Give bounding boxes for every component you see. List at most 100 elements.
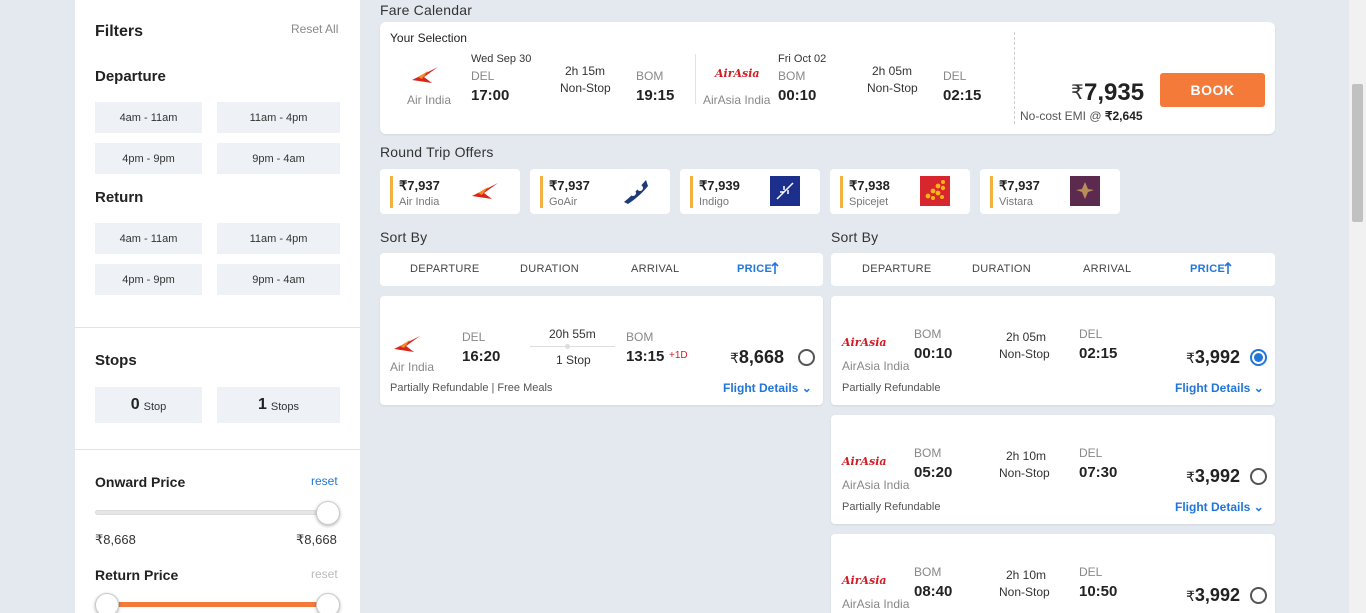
onward-price-reset[interactable]: reset xyxy=(311,474,338,488)
sort-duration[interactable]: DURATION xyxy=(520,263,579,275)
return-flight-card[interactable]: AirAsia AirAsia India BOM 08:40 2h 10m N… xyxy=(831,534,1275,613)
flight-from: DEL xyxy=(462,330,486,344)
flight-to: BOM xyxy=(626,330,654,344)
stop-dot xyxy=(565,344,570,349)
flight-to: DEL xyxy=(1079,446,1103,460)
flight-dep-time: 16:20 xyxy=(462,348,501,365)
stops-option-0[interactable]: 0 Stop xyxy=(95,387,202,423)
selection-return-date: Fri Oct 02 xyxy=(778,53,827,65)
flight-select-radio[interactable] xyxy=(798,349,815,366)
stops-label: Stops xyxy=(270,401,300,413)
flight-dep-time: 00:10 xyxy=(914,345,953,362)
return-flight-card[interactable]: AirAsia AirAsia India BOM 05:20 2h 10m N… xyxy=(831,415,1275,524)
departure-slot-night[interactable]: 9pm - 4am xyxy=(217,143,340,174)
offer-airline: Indigo xyxy=(699,196,729,208)
stop-line xyxy=(530,346,615,347)
filters-sidebar: Filters Reset All Departure 4am - 11am 1… xyxy=(75,0,360,613)
page-scrollbar[interactable] xyxy=(1349,0,1366,613)
selection-onward-from: DEL xyxy=(471,69,495,83)
currency-symbol: ₹ xyxy=(730,350,739,366)
offer-price: ₹7,937 xyxy=(999,178,1040,193)
flight-from: BOM xyxy=(914,565,942,579)
air-india-logo-icon xyxy=(470,176,500,206)
flight-select-radio[interactable] xyxy=(1250,587,1267,604)
flight-select-radio[interactable] xyxy=(1250,468,1267,485)
selection-return-arr-time: 02:15 xyxy=(943,87,982,104)
divider xyxy=(75,449,360,450)
onward-flight-card[interactable]: Air India DEL 16:20 20h 55m 1 Stop BOM 1… xyxy=(380,296,823,405)
return-price-heading: Return Price xyxy=(95,567,179,583)
flight-details-label: Flight Details xyxy=(1175,381,1251,395)
price-divider xyxy=(1014,32,1015,124)
sort-arrival[interactable]: ARRIVAL xyxy=(1083,263,1131,275)
reset-all-link[interactable]: Reset All xyxy=(291,22,338,36)
offer-airline: Air India xyxy=(399,196,440,208)
flight-details-link[interactable]: Flight Details ⌄ xyxy=(1175,500,1264,514)
sort-bar-onward: DEPARTURE DURATION ARRIVAL PRICE xyxy=(380,253,823,286)
selection-divider xyxy=(695,54,696,104)
fare-calendar-title: Fare Calendar xyxy=(380,2,473,18)
flight-price-value: 3,992 xyxy=(1194,347,1240,367)
flight-details-link[interactable]: Flight Details ⌄ xyxy=(723,381,812,395)
emi-label: No-cost EMI @ xyxy=(1020,109,1105,123)
book-button[interactable]: BOOK xyxy=(1160,73,1265,107)
offer-airline: GoAir xyxy=(549,196,578,208)
flight-details-link[interactable]: Flight Details ⌄ xyxy=(1175,381,1264,395)
return-slot-morning[interactable]: 4am - 11am xyxy=(95,223,202,254)
stops-count: 1 xyxy=(257,396,267,413)
air-india-logo-icon xyxy=(394,336,420,352)
flight-price-value: 8,668 xyxy=(738,347,784,367)
offer-card-indigo[interactable]: ₹7,939 Indigo xyxy=(680,169,820,214)
round-trip-title: Round Trip Offers xyxy=(380,144,494,160)
sort-departure[interactable]: DEPARTURE xyxy=(862,263,932,275)
return-price-reset[interactable]: reset xyxy=(311,567,338,581)
sort-duration[interactable]: DURATION xyxy=(972,263,1031,275)
flight-note: Partially Refundable xyxy=(842,501,941,513)
return-slot-evening[interactable]: 4pm - 9pm xyxy=(95,264,202,295)
offer-card-goair[interactable]: ₹7,937 GoAir xyxy=(530,169,670,214)
selection-return-dep-time: 00:10 xyxy=(778,87,817,104)
selection-return-from: BOM xyxy=(778,69,806,83)
return-slot-afternoon[interactable]: 11am - 4pm xyxy=(217,223,340,254)
offer-card-air-india[interactable]: ₹7,937 Air India xyxy=(380,169,520,214)
departure-slot-evening[interactable]: 4pm - 9pm xyxy=(95,143,202,174)
return-price-max-handle[interactable] xyxy=(316,593,340,613)
flight-price: ₹3,992 xyxy=(1186,585,1240,606)
return-slot-night[interactable]: 9pm - 4am xyxy=(217,264,340,295)
sort-departure[interactable]: DEPARTURE xyxy=(410,263,480,275)
sort-price[interactable]: PRICE xyxy=(1190,263,1225,275)
stops-option-1[interactable]: 1 Stops xyxy=(217,387,340,423)
flight-duration: 2h 10m xyxy=(1006,449,1047,463)
flight-duration: 2h 10m xyxy=(1006,568,1047,582)
return-flight-card[interactable]: AirAsia AirAsia India BOM 00:10 2h 05m N… xyxy=(831,296,1275,405)
offer-card-spicejet[interactable]: ₹7,938 Spicejet xyxy=(830,169,970,214)
chevron-down-icon: ⌄ xyxy=(1253,500,1264,514)
offer-accent xyxy=(390,176,393,208)
flight-arr-time: 07:30 xyxy=(1079,464,1118,481)
offer-accent xyxy=(540,176,543,208)
flight-to: DEL xyxy=(1079,327,1103,341)
return-price-min-handle[interactable] xyxy=(95,593,119,613)
offer-airline: Spicejet xyxy=(849,196,889,208)
sort-price[interactable]: PRICE xyxy=(737,263,772,275)
sort-arrival[interactable]: ARRIVAL xyxy=(631,263,679,275)
chevron-down-icon: ⌄ xyxy=(1253,381,1264,395)
onward-price-heading: Onward Price xyxy=(95,474,186,490)
return-price-track xyxy=(95,602,340,607)
flight-from: BOM xyxy=(914,327,942,341)
flight-details-label: Flight Details xyxy=(1175,500,1251,514)
departure-slot-morning[interactable]: 4am - 11am xyxy=(95,102,202,133)
filters-title: Filters xyxy=(95,23,144,40)
onward-price-max-handle[interactable] xyxy=(316,501,340,525)
currency-symbol: ₹ xyxy=(1186,350,1195,366)
departure-slot-afternoon[interactable]: 11am - 4pm xyxy=(217,102,340,133)
onward-price-max: ₹8,668 xyxy=(296,532,337,547)
offer-card-vistara[interactable]: ₹7,937 Vistara xyxy=(980,169,1120,214)
flight-price-value: 3,992 xyxy=(1194,585,1240,605)
scrollbar-thumb[interactable] xyxy=(1352,84,1363,222)
flight-select-radio[interactable] xyxy=(1250,349,1267,366)
offer-price: ₹7,939 xyxy=(699,178,740,193)
currency-symbol: ₹ xyxy=(1186,469,1195,485)
sort-title-onward: Sort By xyxy=(380,229,428,245)
arrow-up-icon xyxy=(771,262,779,274)
